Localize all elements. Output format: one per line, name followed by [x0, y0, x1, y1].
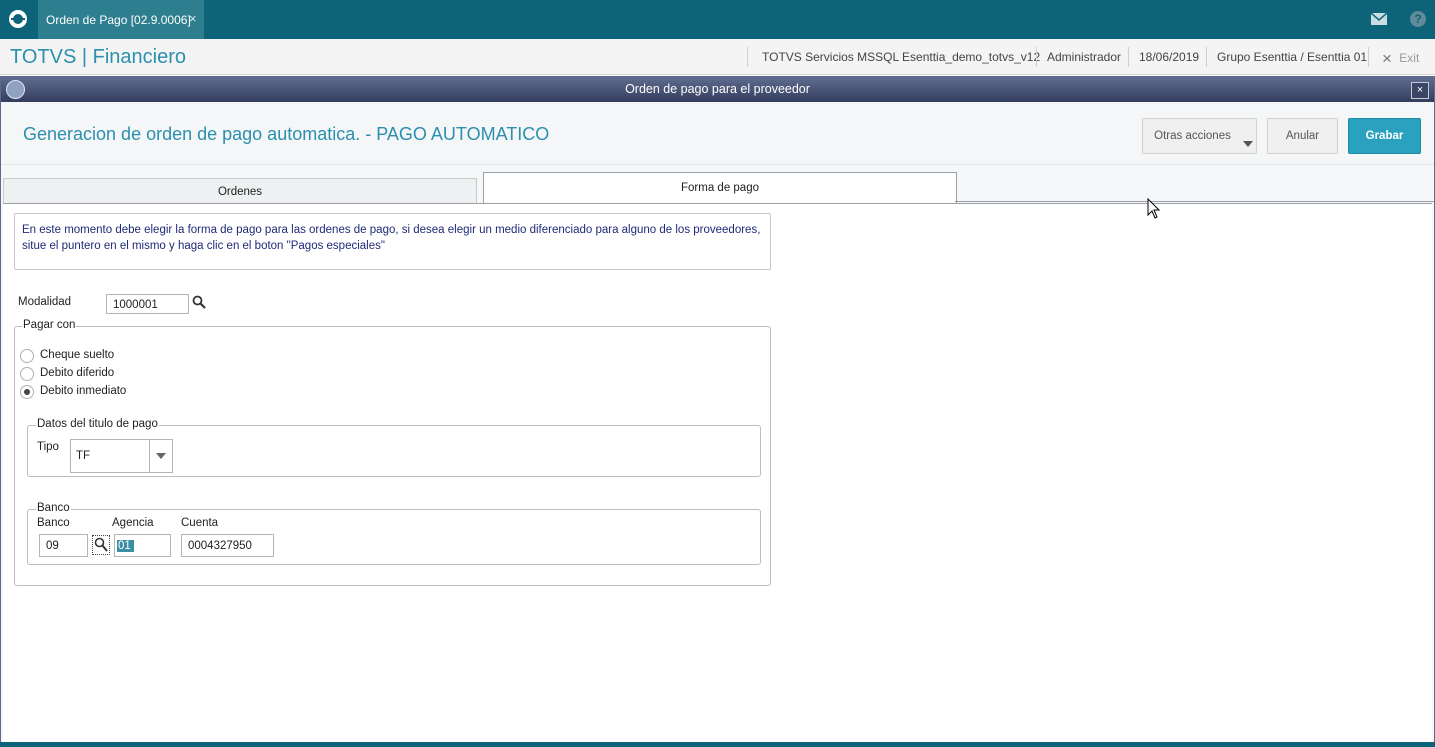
chevron-down-icon: [1243, 141, 1253, 147]
info-box: En este momento debe elegir la forma de …: [14, 213, 771, 270]
modalidad-input[interactable]: 1000001: [106, 294, 189, 314]
banco-legend: Banco: [36, 502, 71, 514]
tab-forma-de-pago[interactable]: Forma de pago: [483, 172, 957, 204]
tab-bar: Ordenes Forma de pago: [1, 165, 1434, 204]
exit-label: Exit: [1399, 51, 1420, 65]
more-actions-label: Otras acciones: [1154, 130, 1231, 142]
app-header: TOTVS | Financiero TOTVS Servicios MSSQL…: [0, 39, 1435, 75]
modalidad-label: Modalidad: [18, 296, 72, 308]
divider: [1128, 47, 1129, 67]
radio-debito-diferido[interactable]: [20, 367, 34, 381]
mail-icon[interactable]: [1371, 13, 1387, 25]
cuenta-input[interactable]: 0004327950: [181, 534, 274, 557]
page-title: Generacion de orden de pago automatica. …: [23, 124, 550, 144]
exit-button[interactable]: × Exit: [1382, 49, 1419, 69]
close-icon: ×: [1382, 49, 1392, 68]
agencia-value: 01: [117, 540, 134, 552]
top-bar: Orden de Pago [02.9.0006] × ?: [0, 0, 1435, 40]
radio-cheque-suelto[interactable]: [20, 349, 34, 363]
dialog-close-icon[interactable]: ×: [1411, 82, 1429, 99]
tab-title: Orden de Pago [02.9.0006]: [46, 13, 191, 27]
divider: [1368, 47, 1369, 67]
chevron-down-icon[interactable]: [149, 440, 172, 472]
titulo-legend: Datos del titulo de pago: [36, 418, 159, 430]
help-icon[interactable]: ?: [1410, 11, 1426, 27]
tipo-label: Tipo: [37, 441, 59, 453]
agencia-input[interactable]: 01: [114, 534, 171, 557]
divider: [1206, 47, 1207, 67]
radio-debito-inmediato[interactable]: [20, 385, 34, 399]
more-actions-button[interactable]: Otras acciones: [1142, 118, 1257, 154]
company-label[interactable]: Grupo Esenttia / Esenttia 01: [1217, 50, 1367, 64]
tab-ordenes[interactable]: Ordenes: [3, 178, 477, 203]
banco-input[interactable]: 09: [39, 534, 88, 557]
cuenta-label: Cuenta: [181, 517, 219, 529]
user-label[interactable]: Administrador: [1047, 50, 1121, 64]
date-label[interactable]: 18/06/2019: [1139, 50, 1199, 64]
dialog-title: Orden de pago para el proveedor: [625, 82, 810, 96]
tab-close-icon[interactable]: ×: [189, 11, 197, 26]
save-button[interactable]: Grabar: [1348, 118, 1421, 154]
pagar-con-group: Pagar con Cheque suelto Debito diferido …: [14, 319, 771, 586]
pagar-con-legend: Pagar con: [22, 319, 77, 331]
environment-label: TOTVS Servicios MSSQL Esenttia_demo_totv…: [762, 50, 1041, 64]
tipo-select[interactable]: TF: [70, 439, 173, 473]
bottom-bar: [0, 742, 1435, 747]
divider: [1036, 47, 1037, 67]
tab-orden-de-pago[interactable]: Orden de Pago [02.9.0006] ×: [38, 0, 204, 39]
totvs-logo-icon[interactable]: [7, 8, 29, 30]
search-icon[interactable]: [92, 535, 110, 555]
tipo-value: TF: [76, 450, 91, 462]
search-icon[interactable]: [192, 295, 206, 309]
dialog-title-bar[interactable]: Orden de pago para el proveedor ×: [1, 77, 1434, 102]
titulo-group: Datos del titulo de pago Tipo TF: [27, 418, 761, 477]
option-cheque-suelto-label[interactable]: Cheque suelto: [40, 349, 114, 361]
dialog-toolbar: Generacion de orden de pago automatica. …: [1, 102, 1434, 165]
option-debito-inmediato-label[interactable]: Debito inmediato: [40, 385, 126, 397]
agencia-label: Agencia: [112, 517, 154, 529]
cancel-button[interactable]: Anular: [1267, 118, 1338, 154]
info-text: En este momento debe elegir la forma de …: [22, 224, 761, 252]
brand-title: TOTVS | Financiero: [10, 46, 186, 68]
option-debito-diferido-label[interactable]: Debito diferido: [40, 367, 114, 379]
tab-underline: [955, 201, 1434, 202]
mouse-pointer-icon: [1147, 198, 1161, 219]
payment-order-dialog: Orden de pago para el proveedor × Genera…: [0, 76, 1435, 746]
banco-group: Banco Banco 09 Agencia 01 Cuenta 0004327…: [27, 502, 761, 565]
tab-content: En este momento debe elegir la forma de …: [3, 203, 1432, 743]
banco-label: Banco: [37, 517, 70, 529]
divider: [747, 47, 748, 67]
